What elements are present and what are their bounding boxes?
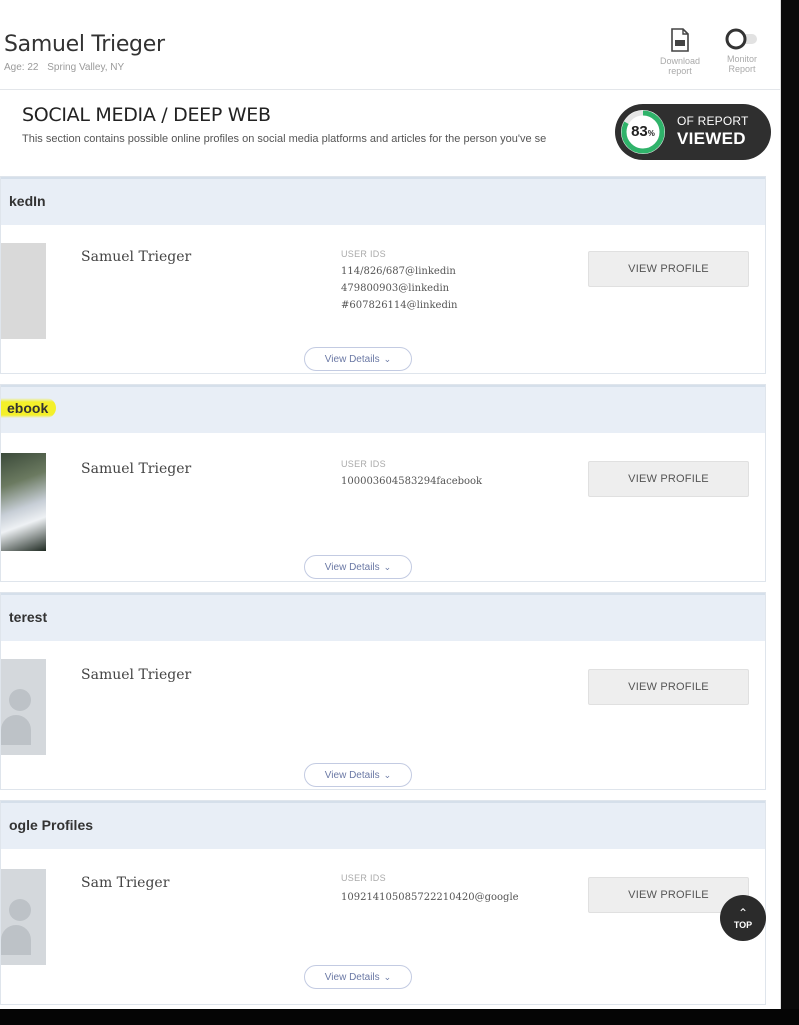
person-location: Spring Valley, NY [47,62,125,73]
profile-name: Sam Trieger [81,875,170,891]
view-details-button[interactable]: View Details ⌄ [304,763,412,787]
chevron-up-icon: ⌃ [737,906,749,920]
card-title: ebook [1,398,57,418]
report-page: Samuel Trieger Age: 22 Spring Valley, NY… [0,0,781,1009]
profile-card-google: ogle Profiles Sam Trieger USER IDS 10921… [0,800,766,1005]
pdf-file-icon [671,28,689,52]
user-id: 100003604583294facebook [341,476,483,487]
view-details-label: View Details [324,354,380,365]
scroll-to-top-button[interactable]: ⌃ TOP [720,895,766,941]
person-details: Age: 22 Spring Valley, NY [4,62,124,73]
chevron-down-icon: ⌄ [383,972,392,982]
view-details-label: View Details [324,972,380,983]
user-id: 479800903@linkedin [341,283,450,294]
card-header: ogle Profiles [1,801,765,849]
progress-percent-sign: % [647,129,655,138]
view-profile-button[interactable]: VIEW PROFILE [588,251,749,287]
card-header: ebook [1,385,765,433]
progress-value: 83 [631,123,648,140]
view-details-label: View Details [324,770,380,781]
profile-photo [1,453,46,551]
profile-card-facebook: ebook Samuel Trieger USER IDS 1000036045… [0,384,766,582]
report-progress-badge: 83% OF REPORT VIEWED [615,104,771,160]
progress-label-bottom: VIEWED [677,129,746,148]
user-id: 114/826/687@linkedin [341,266,456,277]
profile-name: Samuel Trieger [81,667,192,683]
window-edge [781,0,799,1025]
top-label: TOP [733,920,753,930]
card-title: ogle Profiles [9,817,94,833]
profile-card-linkedin: kedIn Samuel Trieger USER IDS 114/826/68… [0,176,766,374]
user-ids-list: 109214105085722210420@google [341,889,519,906]
profile-avatar [1,243,46,339]
chevron-down-icon: ⌄ [383,770,392,780]
monitor-label: Monitor [726,54,757,64]
user-ids-label: USER IDS [341,249,386,259]
progress-percent: 83% [619,108,667,156]
profile-card-pinterest: terest Samuel Trieger VIEW PROFILE View … [0,592,766,790]
person-name: Samuel Trieger [4,32,165,57]
report-header: Samuel Trieger Age: 22 Spring Valley, NY… [0,10,780,90]
card-header: kedIn [1,177,765,225]
view-details-button[interactable]: View Details ⌄ [304,965,412,989]
download-label: Download [659,56,701,66]
view-profile-button[interactable]: VIEW PROFILE [588,669,749,705]
window-edge-bottom [0,1009,799,1025]
card-header: terest [1,593,765,641]
profile-avatar-placeholder [1,659,46,755]
profile-name: Samuel Trieger [81,249,192,265]
profile-name: Samuel Trieger [81,461,192,477]
user-ids-list: 114/826/687@linkedin 479800903@linkedin … [341,263,458,314]
view-profile-button[interactable]: VIEW PROFILE [588,461,749,497]
section-description: This section contains possible online pr… [22,133,547,145]
profile-avatar-placeholder [1,869,46,965]
download-report-button[interactable]: Download report [655,28,705,76]
toggle-icon [725,28,757,50]
chevron-down-icon: ⌄ [383,562,392,572]
user-ids-label: USER IDS [341,873,386,883]
user-id: #607826114@linkedin [341,300,458,311]
view-details-label: View Details [324,562,380,573]
person-age: Age: 22 [4,62,39,73]
user-ids-list: 100003604583294facebook [341,473,482,490]
download-label-2: report [668,66,692,76]
chevron-down-icon: ⌄ [383,354,392,364]
progress-label-top: OF REPORT [677,114,749,128]
section-title: SOCIAL MEDIA / DEEP WEB [22,104,271,126]
card-title: kedIn [9,193,46,209]
monitor-label-2: Report [728,64,756,74]
card-title: terest [9,609,48,625]
view-details-button[interactable]: View Details ⌄ [304,347,412,371]
monitor-report-toggle[interactable]: Monitor Report [717,28,767,74]
user-id: 109214105085722210420@google [341,892,519,903]
view-details-button[interactable]: View Details ⌄ [304,555,412,579]
user-ids-label: USER IDS [341,459,386,469]
